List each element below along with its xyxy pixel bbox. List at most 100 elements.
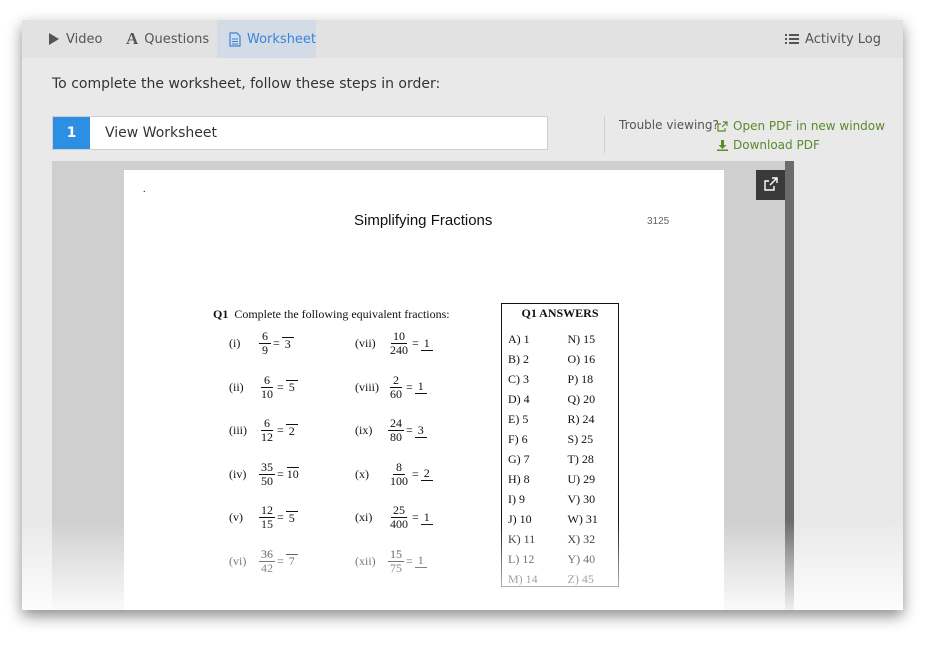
tab-video[interactable]: Video <box>38 20 112 58</box>
answer-option: W) 31 <box>567 511 598 526</box>
numerator: 6 <box>261 373 273 388</box>
answers-grid: A) 1 N) 15 B) 2 O) 16 C) 3 P) 18 D) 4 Q) 20 E) 5… <box>508 329 614 589</box>
fraction: 69 <box>259 330 271 357</box>
fraction-item: (xii) 15 75 = 1 <box>355 547 427 575</box>
fraction-label: (vii) <box>355 336 376 350</box>
denominator: 75 <box>390 560 402 575</box>
answer-row: H) 8 U) 29 <box>508 469 614 489</box>
equals-sign: = <box>412 336 419 350</box>
fraction-item: (i) 6 9 = 3 <box>229 330 294 357</box>
answer-row: L) 12 Y) 40 <box>508 549 614 569</box>
answer-fraction: 7 <box>285 554 298 568</box>
equals-sign: = <box>412 466 419 481</box>
answer-denominator: 3 <box>284 336 291 351</box>
answer-row: C) 3 P) 18 <box>508 369 614 389</box>
numerator: 6 <box>259 330 271 344</box>
question-heading: Q1 Complete the following equivalent fra… <box>213 307 450 322</box>
answer-row: I) 9 V) 30 <box>508 489 614 509</box>
equals-sign: = <box>277 379 284 394</box>
fraction-label: (i) <box>229 336 241 350</box>
scrollbar[interactable] <box>785 161 794 610</box>
denominator: 240 <box>390 343 408 357</box>
denominator: 9 <box>262 343 268 357</box>
fraction: 6 10 <box>259 373 275 401</box>
answer-option: T) 28 <box>567 451 594 466</box>
denominator: 100 <box>390 473 408 488</box>
answer-option: J) 10 <box>508 511 532 526</box>
fraction: 10 240 <box>388 330 410 357</box>
denominator: 50 <box>261 473 273 488</box>
answer-denominator: 2 <box>288 423 295 438</box>
tab-activity-log[interactable]: Activity Log <box>775 20 891 58</box>
answer-option: Y) 40 <box>567 551 596 566</box>
answer-option: U) 29 <box>567 471 596 486</box>
answer-denominator: 10 <box>286 467 299 481</box>
equals-sign: = <box>277 466 284 481</box>
document-icon <box>229 31 241 47</box>
answer-fraction: 1 <box>420 336 433 351</box>
fraction-label: (xi) <box>355 510 373 524</box>
fraction-label: (viii) <box>355 379 379 394</box>
tab-bar: Video A Questions Worksheet Activity Log <box>22 20 903 58</box>
answer-denominator: 5 <box>288 380 295 394</box>
answer-denominator: 5 <box>288 510 295 525</box>
numerator: 36 <box>259 546 275 562</box>
fraction-item: (ii) 6 10 = 5 <box>229 373 298 401</box>
denominator: 15 <box>261 517 273 531</box>
play-icon <box>48 33 60 45</box>
fraction-label: (iv) <box>229 466 247 481</box>
popout-button[interactable] <box>756 170 786 200</box>
answer-fraction: 3 <box>281 336 294 351</box>
denominator: 60 <box>390 386 402 401</box>
answer-option: I) 9 <box>508 491 525 506</box>
answer-option: H) 8 <box>508 471 530 486</box>
numerator: 2 <box>390 373 402 388</box>
answer-row: A) 1 N) 15 <box>508 329 614 349</box>
answers-box: Q1 ANSWERS A) 1 N) 15 B) 2 O) 16 C) 3 P) 18 D)… <box>501 303 619 587</box>
answer-option: M) 14 <box>508 571 538 586</box>
fraction-item: (iv) 35 50 = 10 <box>229 460 300 488</box>
answer-option: S) 25 <box>567 431 594 446</box>
download-icon <box>717 139 728 151</box>
numerator: 25 <box>391 503 407 518</box>
answer-row: G) 7 T) 28 <box>508 449 614 469</box>
fraction-label: (xii) <box>355 553 376 568</box>
instructions-text: To complete the worksheet, follow these … <box>52 76 441 92</box>
answer-option: C) 3 <box>508 371 529 386</box>
answer-row: D) 4 Q) 20 <box>508 389 614 409</box>
answer-option: R) 24 <box>567 411 595 426</box>
answer-fraction: 2 <box>285 423 298 438</box>
fraction-label: (ix) <box>355 423 373 437</box>
tab-questions[interactable]: A Questions <box>116 20 219 58</box>
tab-worksheet[interactable]: Worksheet <box>217 20 316 58</box>
open-pdf-link[interactable]: Open PDF in new window <box>717 119 885 133</box>
answer-option: X) 32 <box>567 531 596 546</box>
download-pdf-link[interactable]: Download PDF <box>717 138 820 152</box>
answer-row: M) 14 Z) 45 <box>508 569 614 589</box>
answer-row: J) 10 W) 31 <box>508 509 614 529</box>
fraction-label: (iii) <box>229 423 247 437</box>
answer-numerator: 1 <box>420 336 433 351</box>
denominator: 80 <box>390 430 402 444</box>
answer-fraction: 5 <box>285 380 298 394</box>
worksheet-panel: To complete the worksheet, follow these … <box>37 58 892 610</box>
equals-sign: = <box>406 379 413 394</box>
step-view-worksheet[interactable]: 1 View Worksheet <box>52 116 548 150</box>
pdf-viewer[interactable]: . Simplifying Fractions 3125 Q1 Complete… <box>52 161 794 610</box>
numerator: 6 <box>261 417 273 431</box>
fraction: 15 75 <box>388 547 404 575</box>
external-link-icon <box>717 120 728 132</box>
answer-denominator: 7 <box>288 554 295 568</box>
answer-option: L) 12 <box>508 551 535 566</box>
denominator: 10 <box>261 386 273 401</box>
numerator: 8 <box>393 460 405 475</box>
answer-row: B) 2 O) 16 <box>508 349 614 369</box>
answer-option: F) 6 <box>508 431 528 446</box>
answer-option: B) 2 <box>508 351 529 366</box>
answer-row: K) 11 X) 32 <box>508 529 614 549</box>
answer-option: D) 4 <box>508 391 530 406</box>
answers-title: Q1 ANSWERS <box>521 306 599 320</box>
answer-option: N) 15 <box>567 331 596 346</box>
fraction: 24 80 <box>388 417 404 444</box>
worksheet-code: 3125 <box>647 216 670 227</box>
